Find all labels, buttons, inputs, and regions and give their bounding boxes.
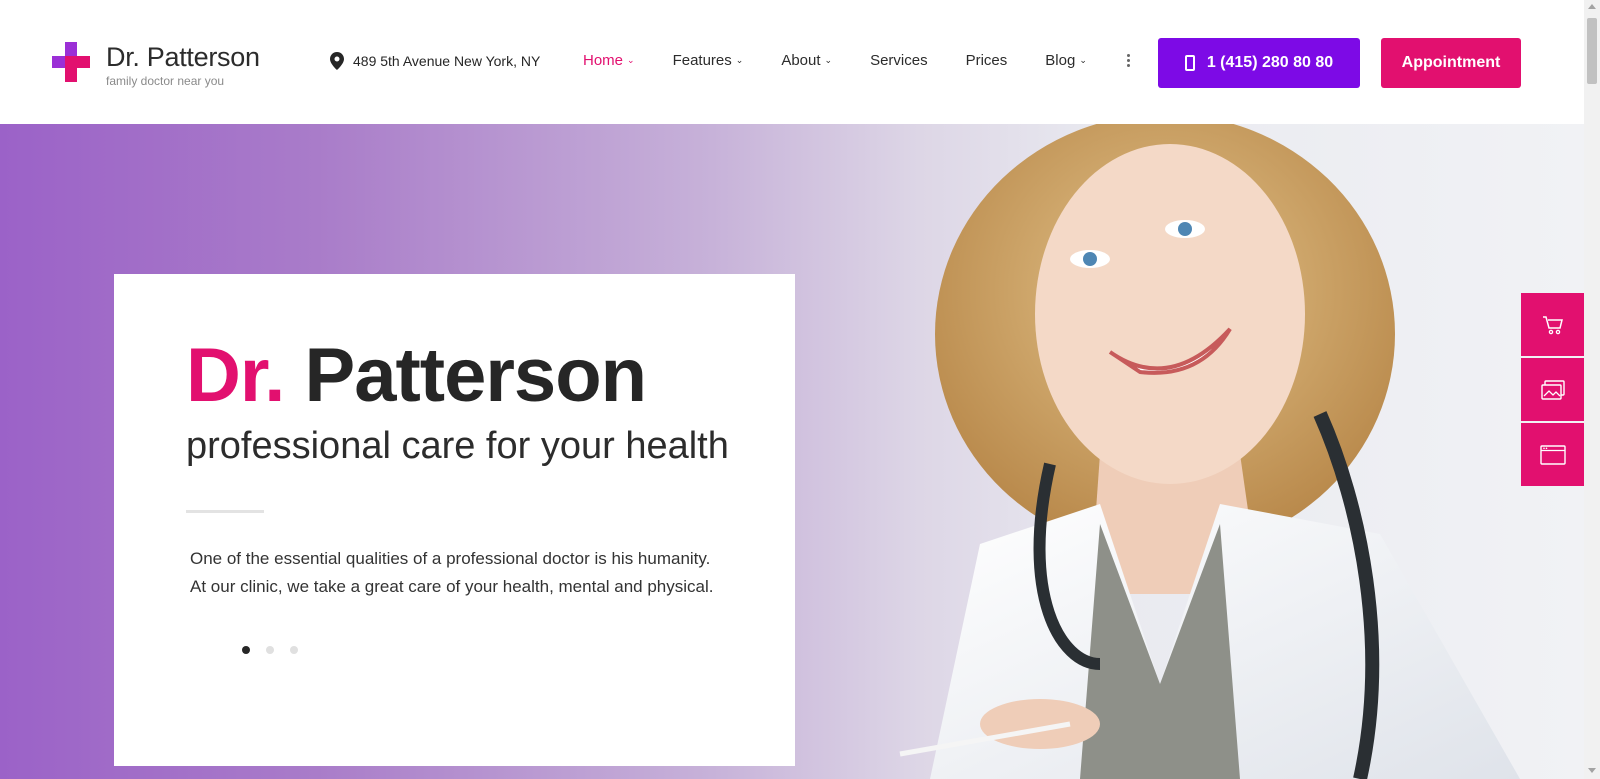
nav-label: Prices [965, 52, 1008, 69]
site-header: Dr. Patterson family doctor near you 489… [0, 0, 1584, 124]
chevron-down-icon: ⌄ [627, 55, 635, 65]
cart-button[interactable] [1521, 293, 1584, 356]
nav-label: About [781, 52, 821, 69]
nav-item-blog[interactable]: Blog ⌄ [1045, 52, 1087, 69]
hero-subtitle: professional care for your health [186, 425, 729, 467]
cart-icon [1542, 315, 1563, 334]
nav-label: Home [583, 52, 624, 69]
chevron-down-icon: ⌄ [824, 55, 833, 65]
hero-slider: Dr. Patterson professional care for your… [0, 124, 1584, 779]
phone-label: 1 (415) 280 80 80 [1206, 54, 1334, 71]
hero-title: Dr. Patterson [186, 333, 648, 418]
gallery-button[interactable] [1521, 358, 1584, 421]
scrollbar[interactable] [1584, 0, 1600, 779]
scroll-up-arrow-icon[interactable] [1588, 4, 1596, 9]
side-toolbar [1521, 293, 1584, 488]
slider-dot[interactable] [290, 646, 298, 654]
appointment-label: Appointment [1401, 54, 1501, 71]
hero-description: One of the essential qualities of a prof… [190, 549, 714, 596]
images-icon [1540, 379, 1565, 400]
doctor-photo [899, 124, 1520, 779]
slider-dot[interactable] [266, 646, 274, 654]
more-vertical-icon[interactable] [1125, 52, 1132, 69]
browser-window-icon [1539, 444, 1566, 465]
divider [186, 510, 264, 513]
hero-title-main: Patterson [284, 333, 648, 418]
nav-item-services[interactable]: Services [870, 52, 928, 69]
appointment-button[interactable]: Appointment [1381, 38, 1521, 88]
nav-label: Services [870, 52, 928, 69]
phone-button[interactable]: 1 (415) 280 80 80 [1158, 38, 1360, 88]
address-text: 489 5th Avenue New York, NY [353, 53, 541, 69]
hero-card: Dr. Patterson professional care for your… [114, 274, 795, 766]
brand-name: Dr. Patterson [106, 42, 260, 72]
nav-label: Features [672, 52, 732, 69]
slider-dots [242, 646, 298, 654]
chevron-down-icon: ⌄ [735, 55, 744, 65]
nav-item-features[interactable]: Features ⌄ [673, 52, 744, 69]
browser-button[interactable] [1521, 423, 1584, 486]
slider-dot[interactable] [242, 646, 250, 654]
nav-item-prices[interactable]: Prices [966, 52, 1008, 69]
chevron-down-icon: ⌄ [1079, 55, 1087, 65]
brand-tagline: family doctor near you [106, 74, 225, 88]
nav-item-about[interactable]: About ⌄ [781, 52, 832, 69]
phone-icon [1184, 55, 1195, 71]
nav-item-home[interactable]: Home ⌄ [583, 52, 635, 69]
nav-label: Blog [1045, 52, 1076, 69]
medical-cross-icon [52, 42, 90, 82]
scrollbar-thumb[interactable] [1587, 18, 1597, 84]
scroll-down-arrow-icon[interactable] [1588, 768, 1596, 773]
map-pin-icon [330, 52, 344, 70]
hero-title-accent: Dr. [186, 333, 285, 418]
main-nav: Home ⌄ Features ⌄ About ⌄ Services Price… [583, 52, 1132, 69]
logo[interactable]: Dr. Patterson family doctor near you [52, 42, 260, 88]
address: 489 5th Avenue New York, NY [330, 52, 540, 70]
